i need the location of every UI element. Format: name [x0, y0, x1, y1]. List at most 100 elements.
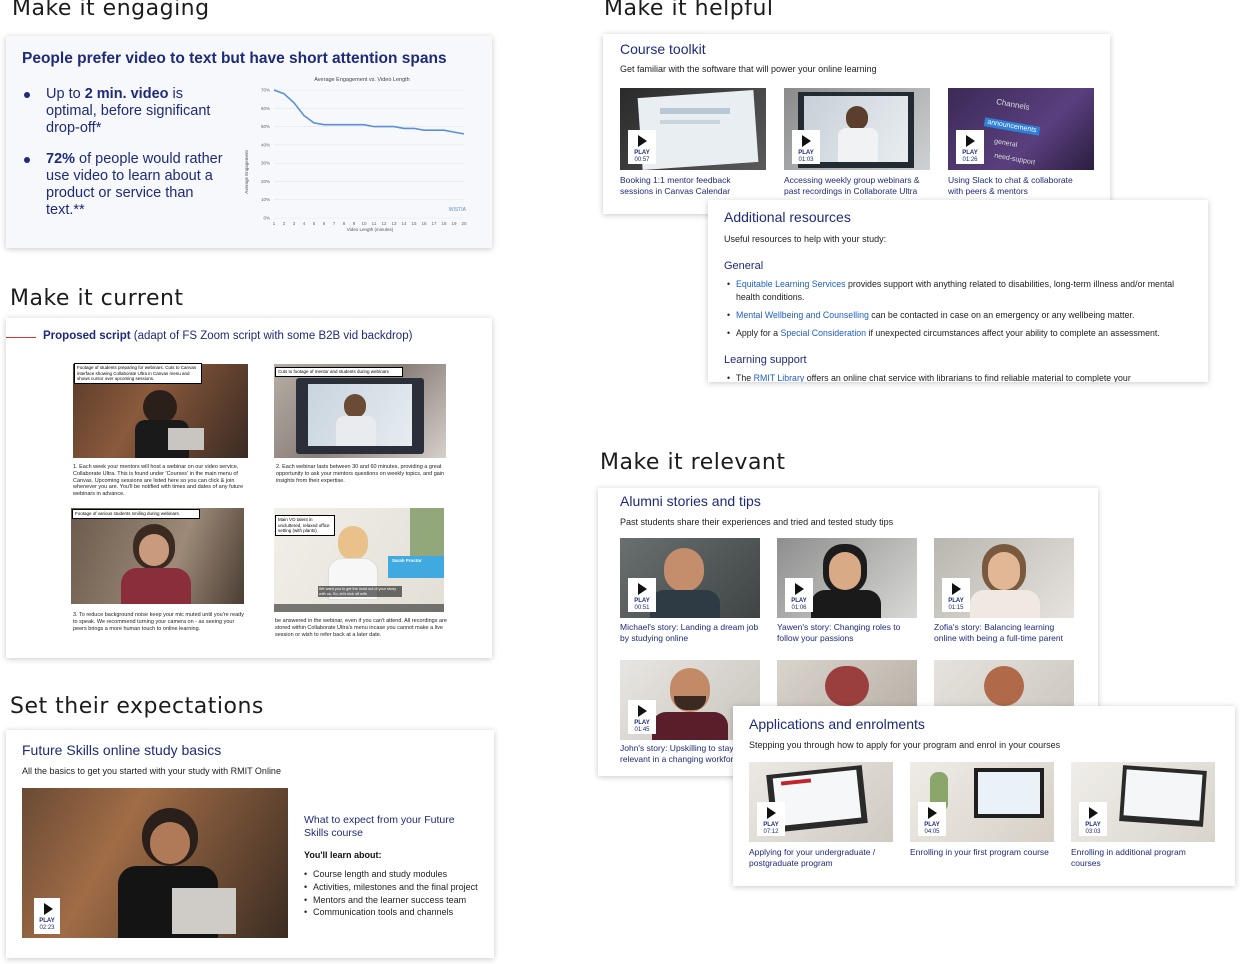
play-button[interactable]: PLAY 01:26: [956, 130, 984, 164]
play-icon: [802, 135, 811, 147]
video-caption[interactable]: Yawen's story: Changing roles to follow …: [777, 622, 917, 644]
chart-x-tick: 20: [461, 221, 467, 226]
play-icon: [638, 583, 647, 595]
play-button[interactable]: PLAY 01:03: [792, 130, 820, 164]
card-subtitle: Stepping you through how to apply for yo…: [749, 740, 1061, 750]
card-title: Additional resources: [724, 209, 851, 225]
play-icon: [795, 583, 804, 595]
card-subtitle: All the basics to get you started with y…: [22, 766, 281, 776]
play-button[interactable]: PLAY 01:45: [628, 700, 656, 734]
play-label: PLAY: [39, 918, 55, 924]
play-button[interactable]: PLAY 01:15: [942, 578, 970, 612]
play-icon: [767, 807, 776, 819]
video-thumbnail[interactable]: PLAY 00:51: [620, 538, 760, 618]
chart-y-tick: 50%: [261, 124, 270, 129]
resource-link[interactable]: Mental Wellbeing and Counselling: [736, 310, 869, 320]
learn-item: Activities, milestones and the final pro…: [304, 881, 484, 894]
chart-x-tick: 18: [441, 221, 447, 226]
video-duration: 03:03: [1085, 829, 1101, 835]
play-button[interactable]: PLAY 00:51: [628, 578, 656, 612]
play-button[interactable]: PLAY 07:12: [757, 802, 785, 836]
chart-x-tick: 8: [343, 221, 346, 226]
video-thumbnail[interactable]: PLAY 01:15: [934, 538, 1074, 618]
video-thumbnail[interactable]: PLAY 03:03: [1071, 762, 1215, 842]
play-button[interactable]: PLAY 03:03: [1079, 802, 1107, 836]
scene-label: Footage of various students smiling duri…: [72, 509, 200, 519]
script-slide: Proposed script (adapt of FS Zoom script…: [6, 318, 492, 658]
learn-item: Course length and study modules: [304, 868, 484, 881]
resource-item: Mental Wellbeing and Counselling can be …: [724, 309, 1192, 322]
bullet-text: Up to: [46, 86, 85, 102]
card-subtitle: Get familiar with the software that will…: [620, 64, 877, 74]
engaging-slide: People prefer video to text but have sho…: [6, 36, 492, 248]
video-caption[interactable]: Applying for your undergraduate / postgr…: [749, 847, 889, 869]
video-duration: 00:51: [634, 605, 650, 611]
chart-x-tick: 15: [411, 221, 417, 226]
card-subtitle: Useful resources to help with your study…: [724, 234, 887, 244]
scene-label: Main VO talent in uncluttered, relaxed o…: [275, 515, 335, 536]
course-toolkit-card: Course toolkit Get familiar with the sof…: [603, 34, 1110, 214]
resource-link[interactable]: RMIT Library: [754, 373, 805, 382]
slide-heading: Proposed script (adapt of FS Zoom script…: [43, 330, 412, 342]
resource-link[interactable]: Equitable Learning Services: [736, 279, 846, 289]
video-thumbnail[interactable]: PLAY 02:23: [22, 788, 288, 938]
video-caption[interactable]: Enrolling in additional program courses: [1071, 847, 1211, 869]
video-caption[interactable]: Michael's story: Landing a dream job by …: [620, 622, 760, 644]
resource-item: The RMIT Library offers an online chat s…: [724, 372, 1192, 382]
play-button[interactable]: PLAY 02:23: [34, 898, 60, 934]
video-duration: 00:57: [634, 157, 650, 163]
resource-text: if unexpected circumstances affect your …: [866, 328, 1160, 338]
video-thumbnail[interactable]: PLAY 00:57: [620, 88, 766, 170]
play-icon: [44, 903, 53, 915]
card-title: Alumni stories and tips: [620, 493, 761, 509]
video-caption[interactable]: Zofia's story: Balancing learning online…: [934, 622, 1079, 644]
card-subtitle: Past students share their experiences an…: [620, 517, 894, 527]
video-caption[interactable]: Using Slack to chat & collaborate with p…: [948, 175, 1088, 197]
learn-item: Mentors and the learner success team: [304, 894, 484, 907]
bullet-video-preference: 72% of people would rather use video to …: [24, 151, 224, 219]
play-label: PLAY: [1085, 822, 1101, 828]
play-icon: [1089, 807, 1098, 819]
card-title: Course toolkit: [620, 41, 706, 57]
video-caption[interactable]: Booking 1:1 mentor feedback sessions in …: [620, 175, 760, 197]
chart-x-tick: 14: [401, 221, 407, 226]
video-duration: 04:05: [924, 829, 940, 835]
play-button[interactable]: PLAY 00:57: [628, 130, 656, 164]
chart-y-tick: 20%: [261, 179, 270, 184]
chart-title: Average Engagement vs. Video Length: [314, 77, 410, 83]
scene-caption: be answered in the webinar, even if you …: [275, 618, 447, 638]
play-button[interactable]: PLAY 04:05: [918, 802, 946, 836]
video-thumbnail[interactable]: PLAY 07:12: [749, 762, 893, 842]
chart-x-tick: 4: [303, 221, 306, 226]
video-duration: 07:12: [763, 829, 779, 835]
resource-link[interactable]: Special Consideration: [781, 328, 867, 338]
card-title: Future Skills online study basics: [22, 742, 222, 758]
play-button[interactable]: PLAY 01:06: [785, 578, 813, 612]
video-caption[interactable]: Accessing weekly group webinars & past r…: [784, 175, 934, 197]
heading-rest: (adapt of FS Zoom script with some B2B v…: [130, 330, 413, 342]
video-duration: 01:06: [791, 605, 807, 611]
play-label: PLAY: [948, 598, 964, 604]
additional-resources-card: Additional resources Useful resources to…: [708, 200, 1208, 382]
resource-text: offers an online chat service with libra…: [804, 373, 1131, 382]
play-label: PLAY: [634, 720, 650, 726]
resource-text: can be contacted in case on an emergency…: [868, 310, 1135, 320]
chart-x-tick: 3: [293, 221, 296, 226]
video-caption[interactable]: Enrolling in your first program course: [910, 847, 1050, 858]
card-title: Applications and enrolments: [749, 716, 925, 732]
chart-x-tick: 12: [381, 221, 387, 226]
chart-x-tick: 7: [333, 221, 336, 226]
video-thumbnail[interactable]: PLAY 01:06: [777, 538, 917, 618]
chart-x-tick: 6: [323, 221, 326, 226]
learn-heading: You'll learn about:: [304, 850, 382, 860]
bullet-dot: [24, 157, 30, 163]
slide-heading: People prefer video to text but have sho…: [22, 50, 447, 67]
slack-need-support: need-support: [993, 152, 1036, 167]
chart-x-tick: 9: [353, 221, 356, 226]
chart-series-line: [273, 89, 465, 135]
video-thumbnail[interactable]: PLAY 04:05: [910, 762, 1054, 842]
video-thumbnail[interactable]: Channels announcements general need-supp…: [948, 88, 1094, 170]
play-label: PLAY: [798, 150, 814, 156]
section-title-current: Make it current: [10, 286, 184, 311]
video-thumbnail[interactable]: PLAY 01:03: [784, 88, 930, 170]
